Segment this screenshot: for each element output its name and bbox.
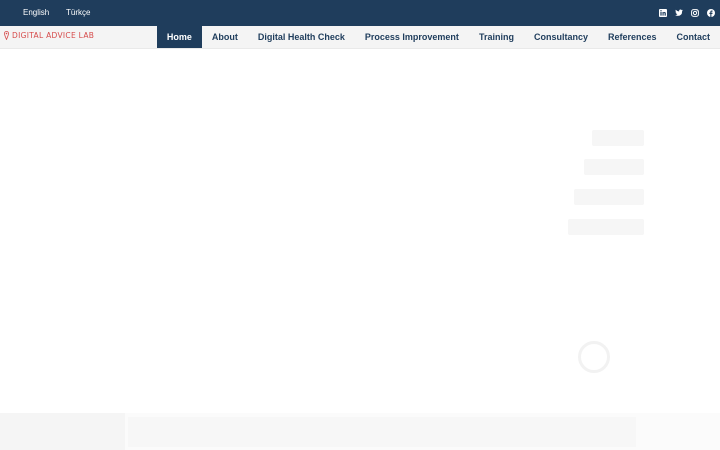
footer-left-block xyxy=(0,413,125,450)
footer-band xyxy=(0,413,720,450)
faded-button[interactable] xyxy=(584,159,644,175)
footer-mid-block xyxy=(128,417,636,447)
social-links xyxy=(659,7,715,19)
faded-button[interactable] xyxy=(574,189,644,205)
faded-progress-ring xyxy=(578,341,610,373)
top-bar: English Türkçe xyxy=(0,0,720,26)
faded-button[interactable] xyxy=(568,219,644,235)
linkedin-icon[interactable] xyxy=(659,7,667,19)
hero-section xyxy=(0,49,720,413)
nav-digital-health-check[interactable]: Digital Health Check xyxy=(248,26,355,48)
nav-process-improvement[interactable]: Process Improvement xyxy=(355,26,469,48)
faded-button[interactable] xyxy=(592,130,644,146)
nav-consultancy[interactable]: Consultancy xyxy=(524,26,598,48)
site-logo[interactable]: DIGITAL ADVICE LAB xyxy=(4,31,94,40)
location-pin-icon xyxy=(4,31,9,40)
nav-contact[interactable]: Contact xyxy=(667,26,720,48)
nav-home[interactable]: Home xyxy=(156,26,202,48)
nav-references[interactable]: References xyxy=(598,26,667,48)
nav-about[interactable]: About xyxy=(202,26,248,48)
language-turkish-link[interactable]: Türkçe xyxy=(66,8,90,17)
logo-text: DIGITAL ADVICE LAB xyxy=(12,31,95,40)
instagram-icon[interactable] xyxy=(691,7,699,19)
twitter-icon[interactable] xyxy=(675,7,683,19)
main-navbar: DIGITAL ADVICE LAB Home About Digital He… xyxy=(0,26,720,49)
language-english-link[interactable]: English xyxy=(23,8,49,17)
facebook-icon[interactable] xyxy=(707,7,715,19)
nav-training[interactable]: Training xyxy=(469,26,524,48)
main-menu: Home About Digital Health Check Process … xyxy=(156,26,720,48)
